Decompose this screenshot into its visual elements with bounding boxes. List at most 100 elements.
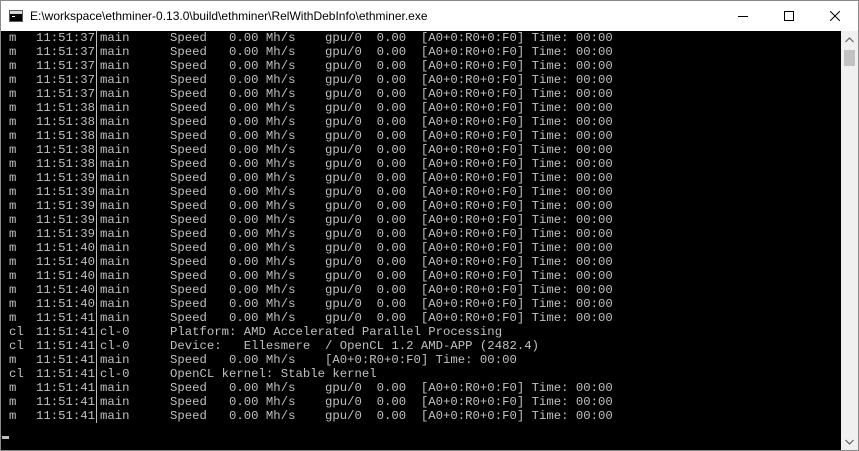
maximize-button[interactable] bbox=[766, 1, 812, 31]
log-level: m bbox=[9, 143, 17, 157]
log-time: 11:51:37 bbox=[36, 45, 96, 59]
log-source: main bbox=[100, 269, 130, 283]
log-message: Speed 0.00 Mh/s gpu/0 0.00 [A0+0:R0+0:F0… bbox=[170, 129, 613, 143]
log-message: Device: Ellesmere / OpenCL 1.2 AMD-APP (… bbox=[170, 339, 539, 353]
column-separator bbox=[96, 395, 97, 409]
log-level: m bbox=[9, 115, 17, 129]
log-time: 11:51:41 bbox=[36, 311, 96, 325]
log-message: Speed 0.00 Mh/s gpu/0 0.00 [A0+0:R0+0:F0… bbox=[170, 199, 613, 213]
log-level: m bbox=[9, 409, 17, 423]
log-level: m bbox=[9, 101, 17, 115]
column-separator bbox=[96, 311, 97, 325]
log-message: Speed 0.00 Mh/s gpu/0 0.00 [A0+0:R0+0:F0… bbox=[170, 171, 613, 185]
log-level: m bbox=[9, 297, 17, 311]
log-source: main bbox=[100, 87, 130, 101]
log-message: Speed 0.00 Mh/s gpu/0 0.00 [A0+0:R0+0:F0… bbox=[170, 87, 613, 101]
column-separator bbox=[96, 199, 97, 213]
vertical-scrollbar[interactable] bbox=[841, 31, 858, 450]
log-level: m bbox=[9, 283, 17, 297]
column-separator bbox=[96, 367, 97, 381]
column-separator bbox=[96, 157, 97, 171]
column-separator bbox=[96, 269, 97, 283]
log-source: main bbox=[100, 213, 130, 227]
log-time: 11:51:37 bbox=[36, 73, 96, 87]
log-source: main bbox=[100, 311, 130, 325]
log-source: main bbox=[100, 45, 130, 59]
close-icon bbox=[830, 11, 840, 21]
log-source: main bbox=[100, 241, 130, 255]
log-message: Speed 0.00 Mh/s gpu/0 0.00 [A0+0:R0+0:F0… bbox=[170, 115, 613, 129]
scroll-down-button[interactable] bbox=[841, 433, 858, 450]
column-separator bbox=[96, 87, 97, 101]
column-separator bbox=[96, 101, 97, 115]
log-source: main bbox=[100, 171, 130, 185]
log-source: main bbox=[100, 409, 130, 423]
scroll-down-arrow-icon bbox=[845, 439, 854, 445]
scroll-up-arrow-icon bbox=[845, 36, 854, 42]
log-time: 11:51:39 bbox=[36, 213, 96, 227]
log-level: cl bbox=[9, 325, 24, 339]
console-app-icon[interactable] bbox=[9, 10, 23, 22]
log-message: Speed 0.00 Mh/s gpu/0 0.00 [A0+0:R0+0:F0… bbox=[170, 227, 613, 241]
log-level: m bbox=[9, 45, 17, 59]
log-time: 11:51:41 bbox=[36, 367, 96, 381]
log-message: Speed 0.00 Mh/s gpu/0 0.00 [A0+0:R0+0:F0… bbox=[170, 283, 613, 297]
log-source: cl-0 bbox=[100, 339, 130, 353]
log-level: cl bbox=[9, 367, 24, 381]
log-source: main bbox=[100, 199, 130, 213]
log-level: m bbox=[9, 171, 17, 185]
log-source: main bbox=[100, 255, 130, 269]
log-source: main bbox=[100, 395, 130, 409]
log-time: 11:51:39 bbox=[36, 199, 96, 213]
log-source: main bbox=[100, 31, 130, 45]
log-message: Speed 0.00 Mh/s gpu/0 0.00 [A0+0:R0+0:F0… bbox=[170, 213, 613, 227]
log-source: cl-0 bbox=[100, 367, 130, 381]
column-separator bbox=[96, 185, 97, 199]
log-level: m bbox=[9, 199, 17, 213]
log-time: 11:51:39 bbox=[36, 227, 96, 241]
column-separator bbox=[96, 353, 97, 367]
log-time: 11:51:41 bbox=[36, 339, 96, 353]
log-message: Speed 0.00 Mh/s gpu/0 0.00 [A0+0:R0+0:F0… bbox=[170, 45, 613, 59]
column-separator bbox=[96, 409, 97, 423]
column-separator bbox=[96, 227, 97, 241]
console-window: E:\workspace\ethminer-0.13.0\build\ethmi… bbox=[0, 0, 859, 451]
log-source: main bbox=[100, 157, 130, 171]
log-time: 11:51:37 bbox=[36, 59, 96, 73]
log-time: 11:51:38 bbox=[36, 157, 96, 171]
console-output[interactable]: m 11:51:37 main Speed 0.00 Mh/s gpu/0 0.00 … bbox=[1, 31, 841, 450]
log-source: main bbox=[100, 101, 130, 115]
column-separator bbox=[96, 213, 97, 227]
title-bar[interactable]: E:\workspace\ethminer-0.13.0\build\ethmi… bbox=[1, 1, 858, 31]
window-title: E:\workspace\ethminer-0.13.0\build\ethmi… bbox=[30, 9, 428, 23]
log-message: Speed 0.00 Mh/s gpu/0 0.00 [A0+0:R0+0:F0… bbox=[170, 73, 613, 87]
log-source: main bbox=[100, 143, 130, 157]
log-level: m bbox=[9, 269, 17, 283]
text-cursor bbox=[2, 436, 9, 439]
log-time: 11:51:38 bbox=[36, 129, 96, 143]
log-message: Speed 0.00 Mh/s gpu/0 0.00 [A0+0:R0+0:F0… bbox=[170, 59, 613, 73]
log-source: main bbox=[100, 115, 130, 129]
column-separator bbox=[96, 115, 97, 129]
log-time: 11:51:40 bbox=[36, 283, 96, 297]
log-level: m bbox=[9, 227, 17, 241]
scroll-up-button[interactable] bbox=[841, 31, 858, 48]
log-level: cl bbox=[9, 339, 24, 353]
column-separator bbox=[96, 297, 97, 311]
close-button[interactable] bbox=[812, 1, 858, 31]
column-separator bbox=[96, 129, 97, 143]
log-message: Speed 0.00 Mh/s gpu/0 0.00 [A0+0:R0+0:F0… bbox=[170, 101, 613, 115]
log-level: m bbox=[9, 129, 17, 143]
minimize-button[interactable] bbox=[720, 1, 766, 31]
maximize-icon bbox=[784, 11, 794, 21]
scrollbar-thumb[interactable] bbox=[844, 50, 855, 66]
minimize-icon bbox=[738, 16, 748, 17]
log-time: 11:51:41 bbox=[36, 353, 96, 367]
log-time: 11:51:38 bbox=[36, 115, 96, 129]
log-level: m bbox=[9, 157, 17, 171]
log-message: OpenCL kernel: Stable kernel bbox=[170, 367, 377, 381]
log-time: 11:51:37 bbox=[36, 31, 96, 45]
log-source: main bbox=[100, 381, 130, 395]
window-controls bbox=[720, 1, 858, 31]
log-level: m bbox=[9, 381, 17, 395]
